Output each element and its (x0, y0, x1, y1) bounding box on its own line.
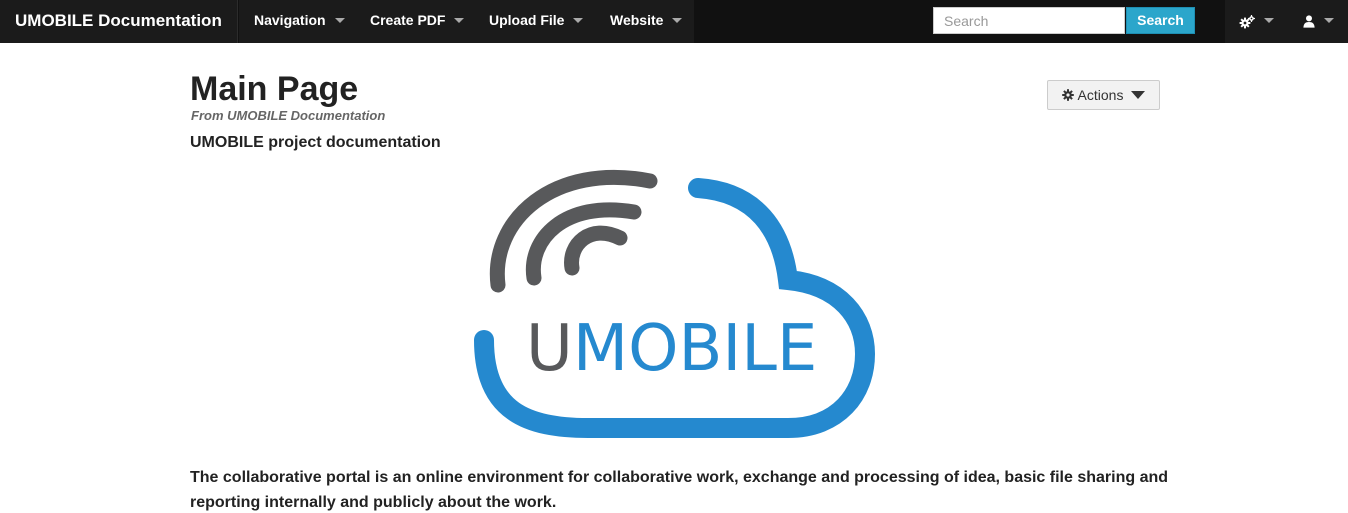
caret-down-icon (672, 17, 683, 23)
logo-text: UMOBILE (526, 312, 817, 386)
user-menus (1225, 0, 1348, 43)
nav-item-label: Create PDF (370, 12, 446, 28)
caret-down-icon (573, 17, 584, 23)
caret-down-icon (454, 17, 465, 23)
tools-menu[interactable] (1239, 0, 1274, 43)
nav-item-navigation[interactable]: Navigation (254, 0, 345, 43)
page-title: Main Page (190, 70, 359, 108)
section-heading: UMOBILE project documentation (190, 134, 441, 151)
top-navbar: UMOBILE Documentation Navigation Create … (0, 0, 1348, 43)
nav-item-upload-file[interactable]: Upload File (489, 0, 584, 43)
brand-link[interactable]: UMOBILE Documentation (0, 0, 238, 43)
nav-item-create-pdf[interactable]: Create PDF (370, 0, 465, 43)
user-icon (1303, 15, 1315, 28)
nav-item-label: Website (610, 12, 664, 28)
logo-text-u: U (526, 312, 573, 386)
caret-down-icon (1324, 18, 1334, 23)
search-button[interactable]: Search (1126, 7, 1195, 34)
logo-cloud-outline (474, 178, 876, 438)
logo-wifi-arc-inner (564, 225, 628, 276)
nav-item-label: Upload File (489, 12, 565, 28)
logo-text-mobile: MOBILE (573, 312, 817, 386)
intro-paragraph: The collaborative portal is an online en… (190, 469, 1169, 511)
nav-item-label: Navigation (254, 12, 326, 28)
umobile-logo: UMOBILE (474, 169, 876, 438)
caret-down-icon (1264, 18, 1274, 23)
user-menu[interactable] (1303, 0, 1334, 43)
nav-menu: Navigation Create PDF Upload File Websit… (239, 0, 694, 43)
actions-button[interactable]: Actions (1047, 80, 1160, 110)
gear-icon (1061, 89, 1074, 101)
nav-item-website[interactable]: Website (610, 0, 683, 43)
search-input[interactable] (933, 7, 1125, 34)
cogs-icon (1239, 14, 1255, 29)
caret-down-icon (1131, 91, 1146, 99)
actions-label: Actions (1077, 87, 1124, 103)
caret-down-icon (334, 17, 345, 23)
page-subtitle: From UMOBILE Documentation (191, 108, 386, 123)
